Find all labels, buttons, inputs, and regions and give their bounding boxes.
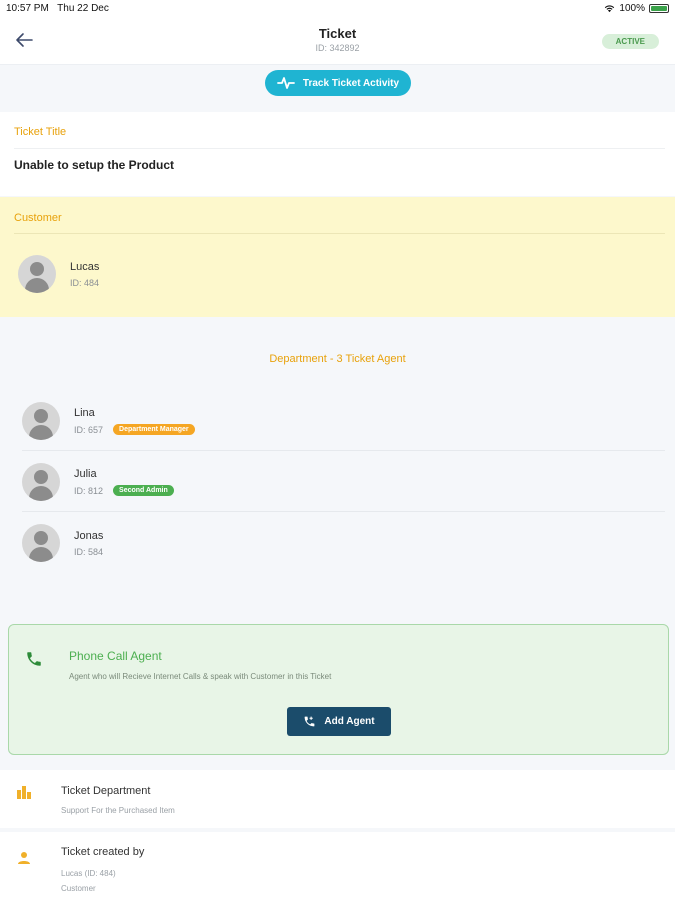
- agent-item[interactable]: Jonas ID: 584: [22, 524, 103, 562]
- customer-name: Lucas: [70, 260, 100, 273]
- created-by-role: Customer: [61, 884, 96, 893]
- ticket-department-row[interactable]: Ticket Department Support For the Purcha…: [0, 770, 675, 828]
- agent-item[interactable]: Julia ID: 812 Second Admin: [22, 463, 174, 501]
- add-agent-label: Add Agent: [324, 716, 375, 727]
- ticket-title-section: Ticket Title Unable to setup the Product: [0, 112, 675, 196]
- customer-heading: Customer: [14, 212, 62, 224]
- agent-item[interactable]: Lina ID: 657 Department Manager: [22, 402, 195, 440]
- agent-id: ID: 812 Second Admin: [74, 485, 174, 496]
- ticket-department-label: Ticket Department: [61, 785, 151, 797]
- track-ticket-activity-button[interactable]: Track Ticket Activity: [265, 70, 411, 96]
- customer-section: Customer Lucas ID: 484: [0, 197, 675, 317]
- agent-id: ID: 657 Department Manager: [74, 424, 195, 435]
- divider: [22, 511, 665, 512]
- battery-percent: 100%: [619, 3, 645, 14]
- ticket-title-value: Unable to setup the Product: [14, 158, 175, 172]
- wifi-icon: [605, 5, 615, 13]
- avatar: [18, 255, 56, 293]
- role-badge: Second Admin: [113, 485, 174, 496]
- person-icon: [18, 852, 30, 864]
- ticket-id: ID: 342892: [315, 43, 360, 53]
- divider: [22, 450, 665, 451]
- phone-add-icon: [305, 716, 315, 727]
- role-badge: Department Manager: [113, 424, 195, 435]
- phone-agent-title: Phone Call Agent: [69, 649, 162, 663]
- agent-id: ID: 584: [74, 546, 104, 557]
- avatar: [22, 402, 60, 440]
- status-badge: ACTIVE: [601, 34, 659, 49]
- building-icon: [17, 786, 31, 799]
- avatar: [22, 463, 60, 501]
- nav-bar: Ticket ID: 342892 ACTIVE: [0, 18, 675, 65]
- agent-name: Julia: [74, 468, 97, 480]
- divider: [14, 233, 665, 234]
- activity-icon: [277, 77, 295, 89]
- status-bar: 10:57 PM Thu 22 Dec 100%: [0, 0, 675, 18]
- agent-name: Jonas: [74, 529, 104, 542]
- created-by-label: Ticket created by: [61, 846, 145, 858]
- ticket-title-heading: Ticket Title: [14, 126, 67, 138]
- agent-name: Lina: [74, 407, 95, 419]
- phone-agent-description: Agent who will Recieve Internet Calls & …: [69, 672, 332, 681]
- status-right: 100%: [604, 3, 669, 14]
- avatar: [22, 524, 60, 562]
- department-heading: Department - 3 Ticket Agent: [269, 353, 406, 365]
- created-by-value: Lucas (ID: 484): [61, 869, 116, 878]
- ticket-created-by-row[interactable]: Ticket created by Lucas (ID: 484) Custom…: [0, 832, 675, 900]
- page-title: Ticket: [318, 26, 357, 41]
- track-button-label: Track Ticket Activity: [302, 77, 400, 89]
- ticket-department-value: Support For the Purchased Item: [61, 806, 175, 815]
- add-agent-button[interactable]: Add Agent: [287, 707, 391, 736]
- status-time: 10:57 PM Thu 22 Dec: [6, 3, 109, 14]
- phone-call-agent-card: Phone Call Agent Agent who will Recieve …: [8, 624, 669, 755]
- battery-icon: [649, 4, 669, 13]
- phone-icon: [27, 652, 41, 666]
- customer-item[interactable]: Lucas ID: 484: [18, 255, 99, 293]
- customer-id: ID: 484: [70, 277, 100, 288]
- divider: [14, 148, 665, 149]
